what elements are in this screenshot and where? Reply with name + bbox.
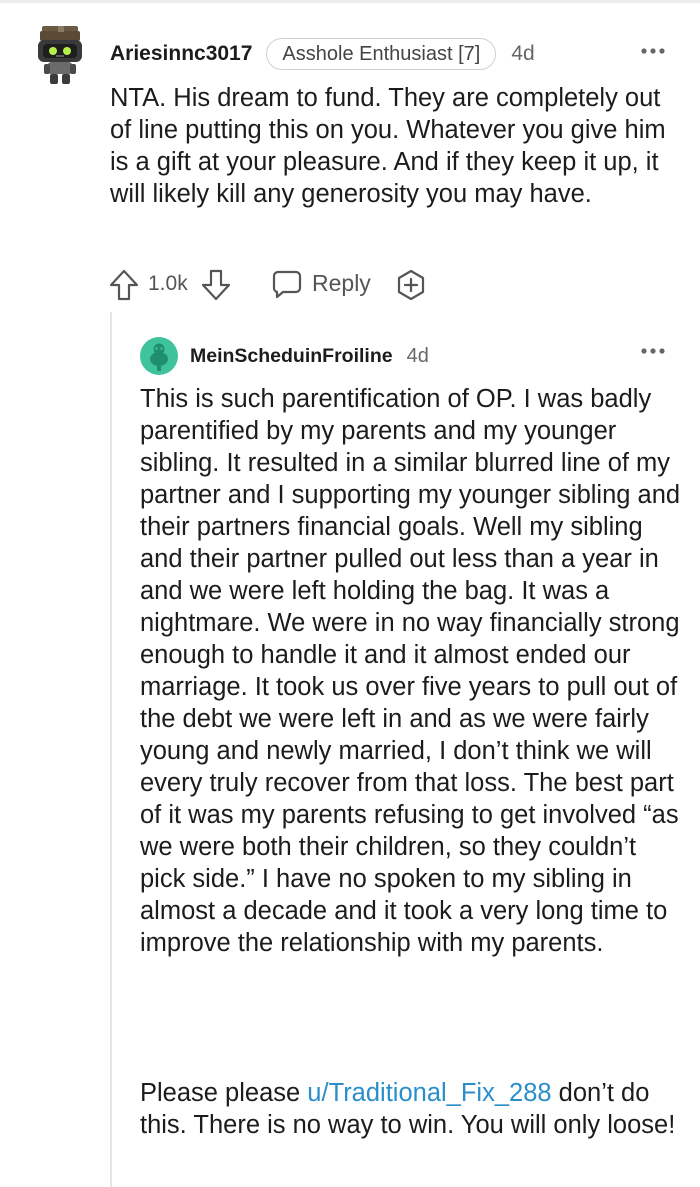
- comment-body-paragraph-2: Please please u/Traditional_Fix_288 don’…: [140, 1077, 686, 1141]
- username[interactable]: MeinScheduinFroiline: [190, 345, 393, 368]
- comment-age: 4d: [511, 42, 535, 65]
- reply-bubble-icon[interactable]: [271, 268, 303, 300]
- comment-2-header: MeinScheduinFroiline 4d: [190, 340, 429, 372]
- reply-button[interactable]: Reply: [312, 270, 371, 297]
- user-mention-link[interactable]: u/Traditional_Fix_288: [307, 1079, 551, 1107]
- top-divider: [0, 0, 700, 3]
- comment-body: This is such parentification of OP. I wa…: [140, 385, 681, 957]
- paragraph-text-start: Please please: [140, 1079, 308, 1107]
- user-flair: Asshole Enthusiast [7]: [266, 38, 497, 70]
- robot-avatar-icon[interactable]: [34, 26, 90, 86]
- downvote-arrow-icon[interactable]: [200, 268, 232, 302]
- award-plus-icon[interactable]: [394, 268, 428, 302]
- thread-line[interactable]: [110, 312, 112, 1187]
- comment-1-header: Ariesinnc3017 Asshole Enthusiast [7] 4d: [110, 38, 680, 70]
- more-options-icon[interactable]: [640, 344, 666, 358]
- username[interactable]: Ariesinnc3017: [110, 42, 252, 66]
- comment-body: NTA. His dream to fund. They are complet…: [110, 84, 666, 208]
- more-options-icon[interactable]: [640, 44, 666, 58]
- vote-score: 1.0k: [148, 272, 188, 295]
- comment-actions: 1.0k Reply: [108, 264, 508, 304]
- comment-age: 4d: [406, 344, 429, 367]
- upvote-arrow-icon[interactable]: [108, 268, 140, 302]
- snoo-avatar-icon[interactable]: [140, 337, 178, 375]
